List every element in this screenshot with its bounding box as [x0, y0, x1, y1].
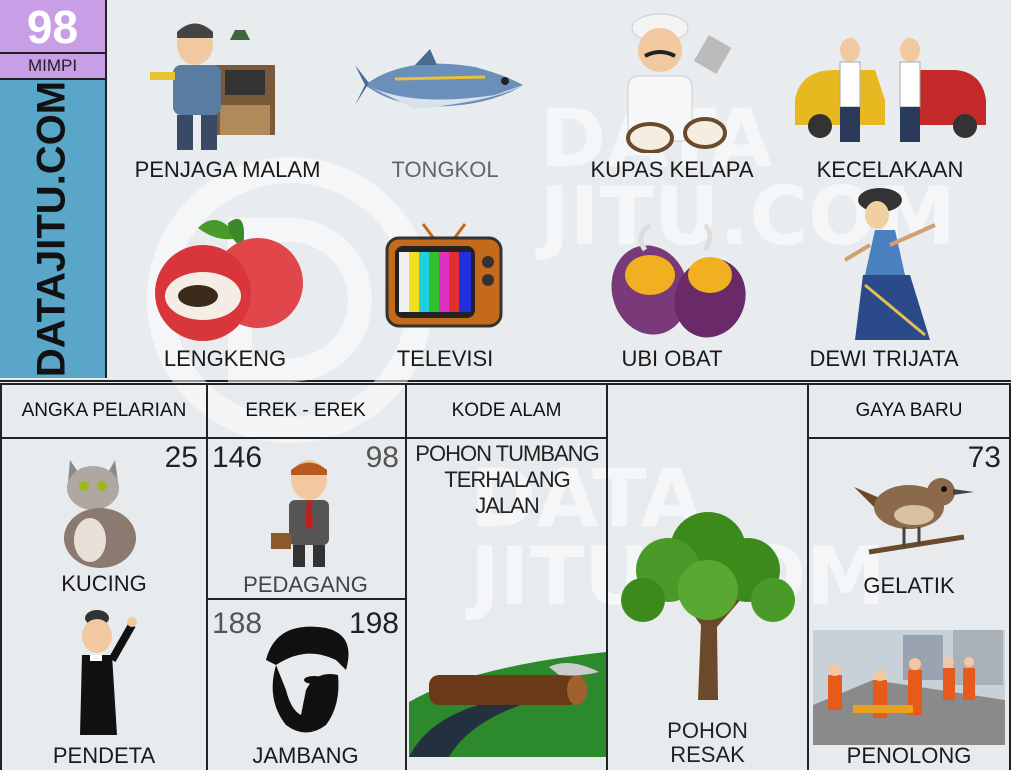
header-angka-pelarian: ANGKA PELARIAN — [2, 385, 206, 439]
label-gelatik: GELATIK — [863, 573, 955, 598]
tuna-fish-illustration — [355, 49, 523, 109]
angka-pelarian-number: 25 — [164, 441, 198, 474]
longan-fruit-illustration — [155, 218, 303, 341]
side-brand-panel: DATAJITU.COM — [0, 80, 107, 378]
header-kode-alam: KODE ALAM — [407, 385, 606, 439]
priest-illustration — [80, 610, 137, 735]
header-gaya-baru: GAYA BARU — [809, 385, 1009, 439]
kode-alam-column: KODE ALAM POHON TUMBANG TERHALANG JALAN — [407, 383, 608, 770]
badge-number: 98 — [26, 1, 79, 53]
item-label-penjaga-malam: PENJAGA MALAM — [134, 157, 321, 182]
rescuers-illustration — [813, 630, 1005, 745]
sweet-potato-illustration — [611, 222, 746, 338]
angka-pelarian-column: ANGKA PELARIAN 25 KUCING PENDETA — [0, 383, 208, 770]
pohon-header-blank — [608, 385, 807, 437]
erek-divider — [206, 598, 405, 600]
kode-alam-text: POHON TUMBANG TERHALANG JALAN — [415, 441, 599, 518]
label-pedagang: PEDAGANG — [243, 572, 368, 597]
bottom-panel: ANGKA PELARIAN 25 KUCING PENDETA EREK - … — [0, 383, 1011, 770]
item-label-kupas-kelapa: KUPAS KELAPA — [590, 157, 754, 182]
tree-illustration — [621, 512, 795, 700]
night-guard-illustration — [150, 23, 275, 150]
item-label-lengkeng: LENGKENG — [163, 346, 287, 371]
erek-top-right-number: 98 — [365, 441, 399, 474]
accident-illustration — [795, 38, 986, 142]
gaya-baru-column: GAYA BARU 73 GELATIK PENOLONG — [809, 383, 1011, 770]
merchant-illustration — [271, 460, 329, 567]
number-badge: 98 — [0, 0, 107, 54]
erek-top-left-number: 146 — [212, 441, 263, 474]
pohon-column: POHON RESAK — [608, 383, 809, 770]
sideburns-illustration — [266, 626, 349, 733]
bird-illustration — [854, 478, 974, 555]
label-jambang: JAMBANG — [252, 743, 359, 768]
item-label-ubi-obat: UBI OBAT — [621, 346, 723, 371]
cat-illustration — [64, 460, 136, 568]
site-name: DATAJITU.COM — [29, 80, 74, 378]
wayang-puppet-illustration — [843, 188, 936, 340]
header-erek: EREK - EREK — [206, 385, 405, 439]
label-penolong: PENOLONG — [846, 743, 972, 768]
pohon-label-line2: RESAK — [670, 742, 745, 767]
pohon-label-line1: POHON — [667, 718, 748, 743]
television-illustration — [385, 223, 503, 328]
peeling-coconut-illustration — [626, 13, 732, 153]
item-label-kecelakaan: KECELAKAAN — [816, 157, 964, 182]
label-kucing: KUCING — [61, 571, 147, 596]
erek-column: EREK - EREK 146 98 PEDAGANG 188 198 JAMB… — [206, 383, 407, 770]
mimpi-label: MIMPI — [0, 54, 107, 80]
item-label-dewi-trijata: DEWI TRIJATA — [809, 346, 959, 371]
label-pendeta: PENDETA — [52, 743, 156, 768]
item-label-televisi: TELEVISI — [396, 346, 494, 371]
item-label-tongkol: TONGKOL — [391, 157, 499, 182]
fallen-tree-road-illustration — [409, 652, 606, 757]
